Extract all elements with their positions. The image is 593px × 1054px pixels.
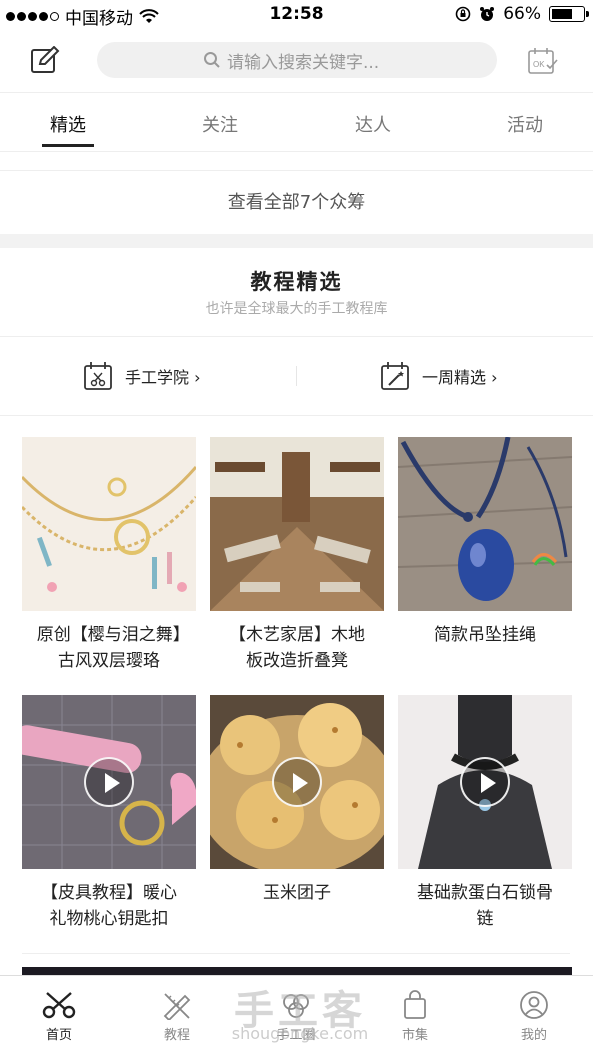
play-icon [460, 757, 510, 807]
tutorial-thumbnail [22, 437, 196, 611]
calendar-wand-icon [381, 362, 409, 390]
section-gap [0, 234, 593, 248]
user-icon [520, 991, 548, 1019]
play-icon [84, 757, 134, 807]
alarm-icon [480, 7, 495, 21]
tabbar-market[interactable]: 市集 [375, 990, 455, 1043]
tabbar-profile[interactable]: 我的 [494, 990, 574, 1043]
tutorial-card[interactable]: 玉米团子 [210, 695, 384, 906]
shopping-bag-icon [404, 990, 426, 1019]
pencil-ruler-icon [163, 993, 191, 1020]
feed-tabs: 精选 关注 达人 活动 [0, 92, 593, 152]
tab-following[interactable]: 关注 [180, 111, 260, 137]
tutorial-title: 基础款蛋白石锁骨链 [417, 883, 553, 929]
bottom-tab-bar: 首页 教程 手工圈 市集 我的 [0, 975, 593, 1054]
tabbar-home-label: 首页 [45, 1028, 72, 1043]
tutorial-thumbnail [210, 695, 384, 869]
search-icon [204, 52, 220, 68]
tutorial-title: 玉米团子 [263, 883, 331, 903]
calendar-scissors-icon [84, 362, 112, 390]
top-bar: 请输入搜索关键字... OK [0, 30, 593, 90]
tutorial-title: 简款吊坠挂绳 [434, 625, 536, 645]
tabbar-tutorials[interactable]: 教程 [137, 990, 217, 1043]
tabbar-home[interactable]: 首页 [19, 990, 99, 1043]
tutorial-title: 【皮具教程】暖心礼物桃心钥匙扣 [41, 883, 177, 929]
tabbar-market-label: 市集 [401, 1028, 428, 1043]
tabbar-circle-label: 手工圈 [276, 1028, 316, 1043]
category-weekly[interactable]: 一周精选 › [380, 358, 498, 394]
tutorial-thumbnail [22, 695, 196, 869]
checkin-button[interactable]: OK [527, 46, 559, 76]
divider [22, 953, 570, 954]
tutorial-thumbnail [210, 437, 384, 611]
tutorial-title: 原创【樱与泪之舞】古风双层璎珞 [36, 625, 182, 671]
orientation-lock-icon [455, 6, 471, 22]
tutorial-card[interactable]: 基础款蛋白石锁骨链 [398, 695, 572, 932]
tutorial-thumbnail [398, 695, 572, 869]
search-input[interactable]: 请输入搜索关键字... [97, 42, 497, 78]
tabbar-circle[interactable]: 手工圈 [256, 990, 336, 1043]
edit-icon [31, 45, 60, 73]
tutorial-card[interactable]: 原创【樱与泪之舞】古风双层璎珞 [22, 437, 196, 674]
active-tab-indicator [42, 144, 94, 147]
category-academy[interactable]: 手工学院 › [83, 358, 201, 394]
divider [0, 336, 593, 337]
svg-text:OK: OK [533, 60, 545, 69]
status-bar: 中国移动 12:58 66% [0, 0, 593, 30]
section-title: 教程精选 [250, 270, 343, 294]
tutorial-title: 【木艺家居】木地板改造折叠凳 [229, 625, 365, 671]
section-subtitle: 也许是全球最大的手工教程库 [205, 301, 388, 317]
tutorial-card[interactable]: 【皮具教程】暖心礼物桃心钥匙扣 [22, 695, 196, 932]
tab-experts[interactable]: 达人 [333, 111, 413, 137]
scissors-icon [42, 992, 76, 1019]
calendar-check-icon: OK [528, 48, 558, 74]
view-all-crowdfunding-link[interactable]: 查看全部7个众筹 [0, 170, 593, 234]
tabbar-profile-label: 我的 [520, 1028, 547, 1043]
battery-icon [549, 6, 589, 22]
category-academy-label: 手工学院 › [125, 368, 201, 387]
status-right: 66% [455, 4, 589, 24]
divider [0, 415, 593, 416]
play-icon [272, 757, 322, 807]
compose-button[interactable] [30, 45, 62, 76]
battery-percent: 66% [503, 4, 541, 24]
cloud-icon [283, 994, 309, 1018]
tutorial-card[interactable]: 【木艺家居】木地板改造折叠凳 [210, 437, 384, 674]
search-placeholder: 请输入搜索关键字... [227, 52, 380, 73]
category-divider [296, 366, 297, 386]
tab-events[interactable]: 活动 [485, 111, 565, 137]
tabbar-tutorials-label: 教程 [163, 1028, 190, 1043]
tutorial-thumbnail [398, 437, 572, 611]
category-weekly-label: 一周精选 › [422, 368, 498, 387]
tutorial-card[interactable]: 简款吊坠挂绳 [398, 437, 572, 648]
tab-featured[interactable]: 精选 [28, 111, 108, 137]
